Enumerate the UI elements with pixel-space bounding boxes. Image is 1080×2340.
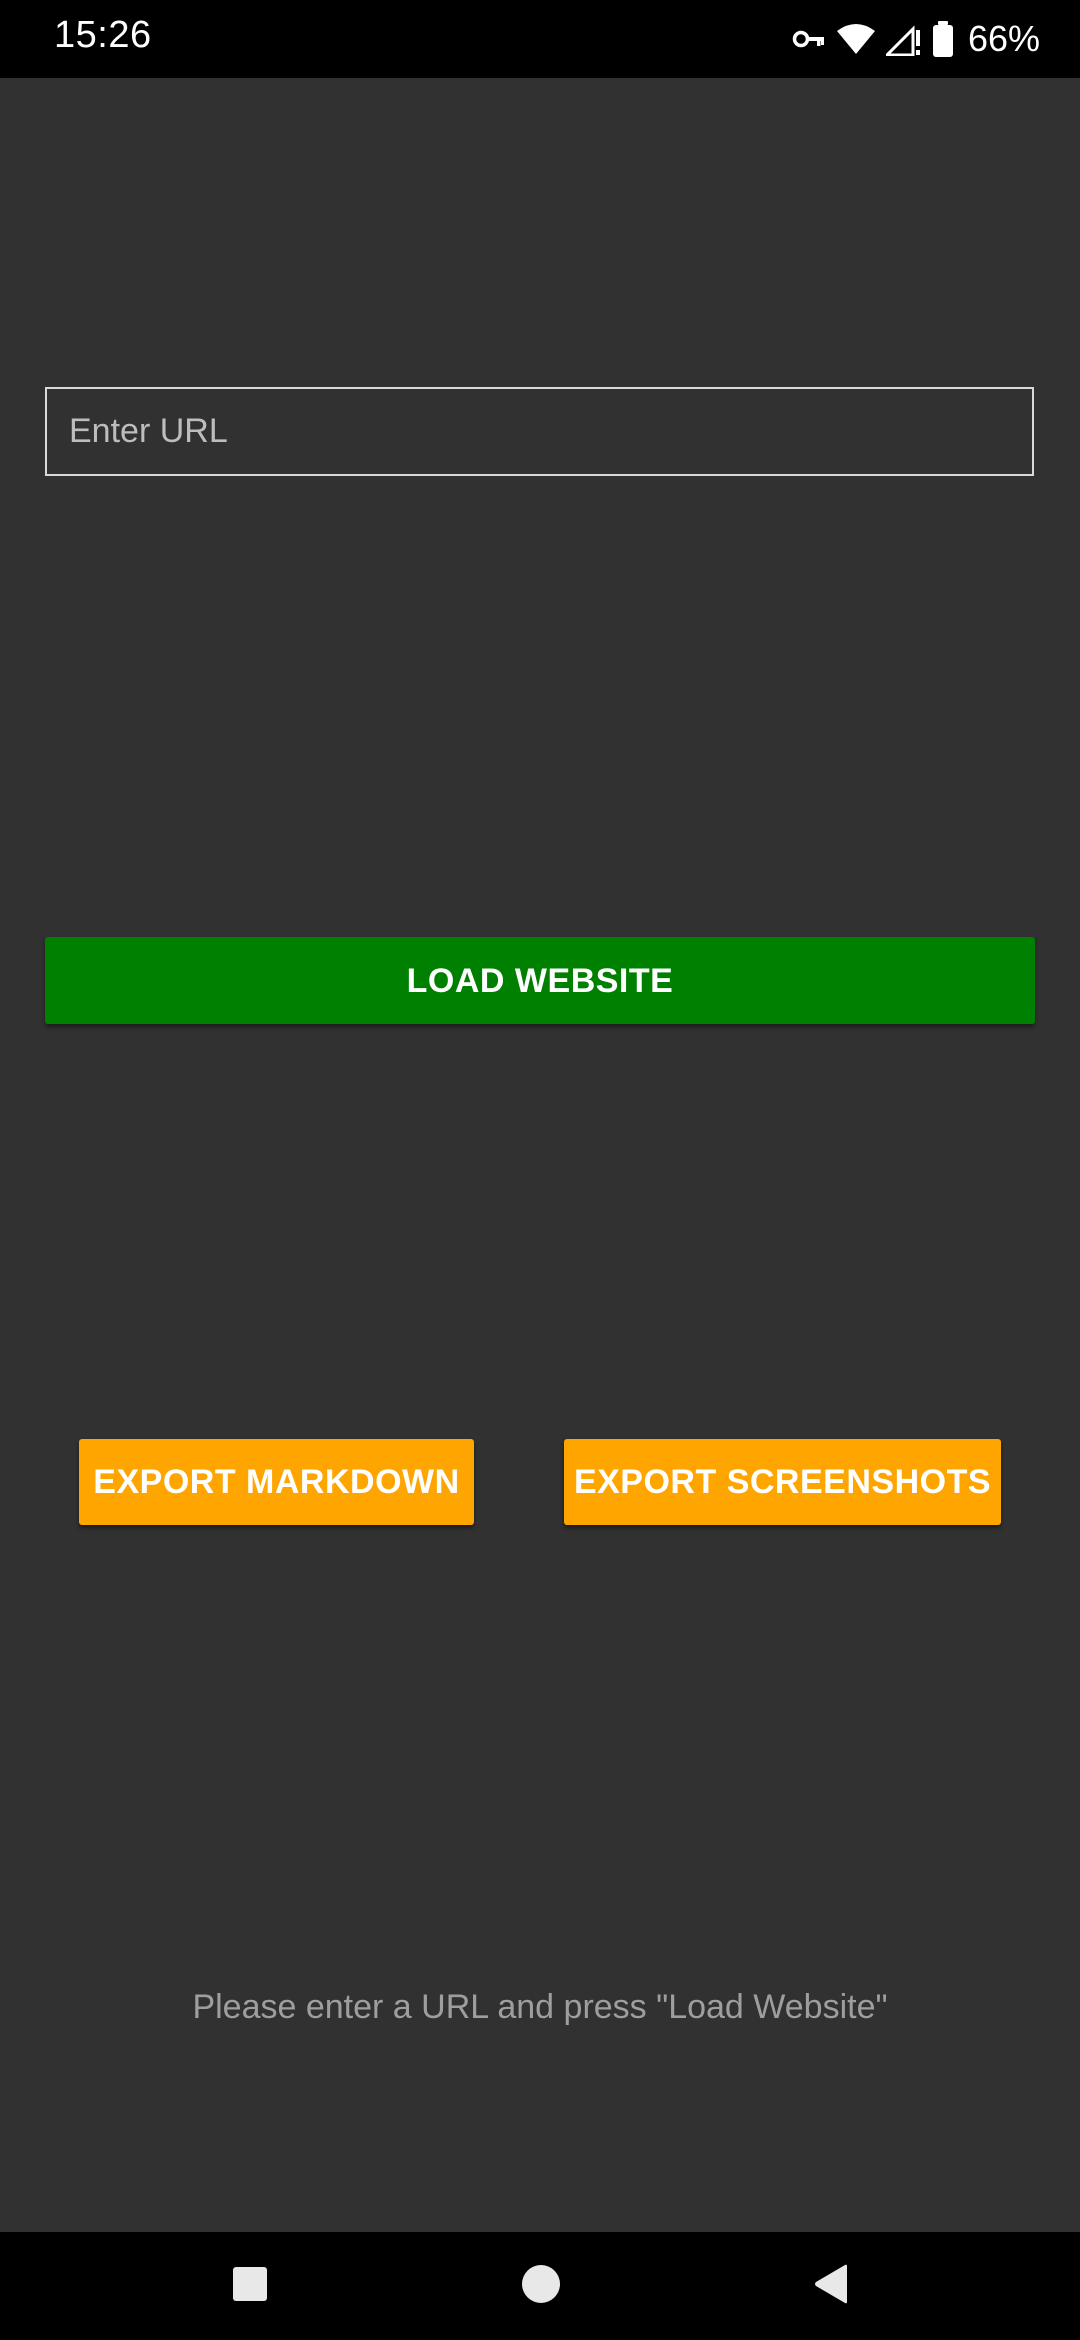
load-website-button[interactable]: LOAD WEBSITE <box>45 937 1035 1024</box>
vpn-key-icon <box>792 28 826 50</box>
back-button[interactable] <box>771 2232 891 2340</box>
status-icons: 66% <box>792 14 1040 64</box>
export-screenshots-button[interactable]: EXPORT SCREENSHOTS <box>564 1439 1001 1525</box>
status-time: 15:26 <box>54 14 152 56</box>
navigation-bar <box>0 2232 1080 2340</box>
app-screen: 15:26 66% Enter URL LOAD WEBSITE EXPORT … <box>0 0 1080 2340</box>
status-message: Please enter a URL and press "Load Websi… <box>192 1988 888 2026</box>
url-input[interactable] <box>45 387 1034 476</box>
export-markdown-button[interactable]: EXPORT MARKDOWN <box>79 1439 474 1525</box>
recents-icon <box>233 2266 267 2306</box>
battery-percentage: 66% <box>967 18 1040 59</box>
home-button[interactable] <box>481 2232 601 2340</box>
battery-icon <box>932 21 954 57</box>
back-icon <box>813 2264 849 2309</box>
cell-signal-icon <box>885 22 922 56</box>
status-bar: 15:26 66% <box>0 0 1080 78</box>
home-icon <box>521 2264 561 2309</box>
wifi-icon <box>836 23 876 55</box>
recents-button[interactable] <box>190 2232 310 2340</box>
